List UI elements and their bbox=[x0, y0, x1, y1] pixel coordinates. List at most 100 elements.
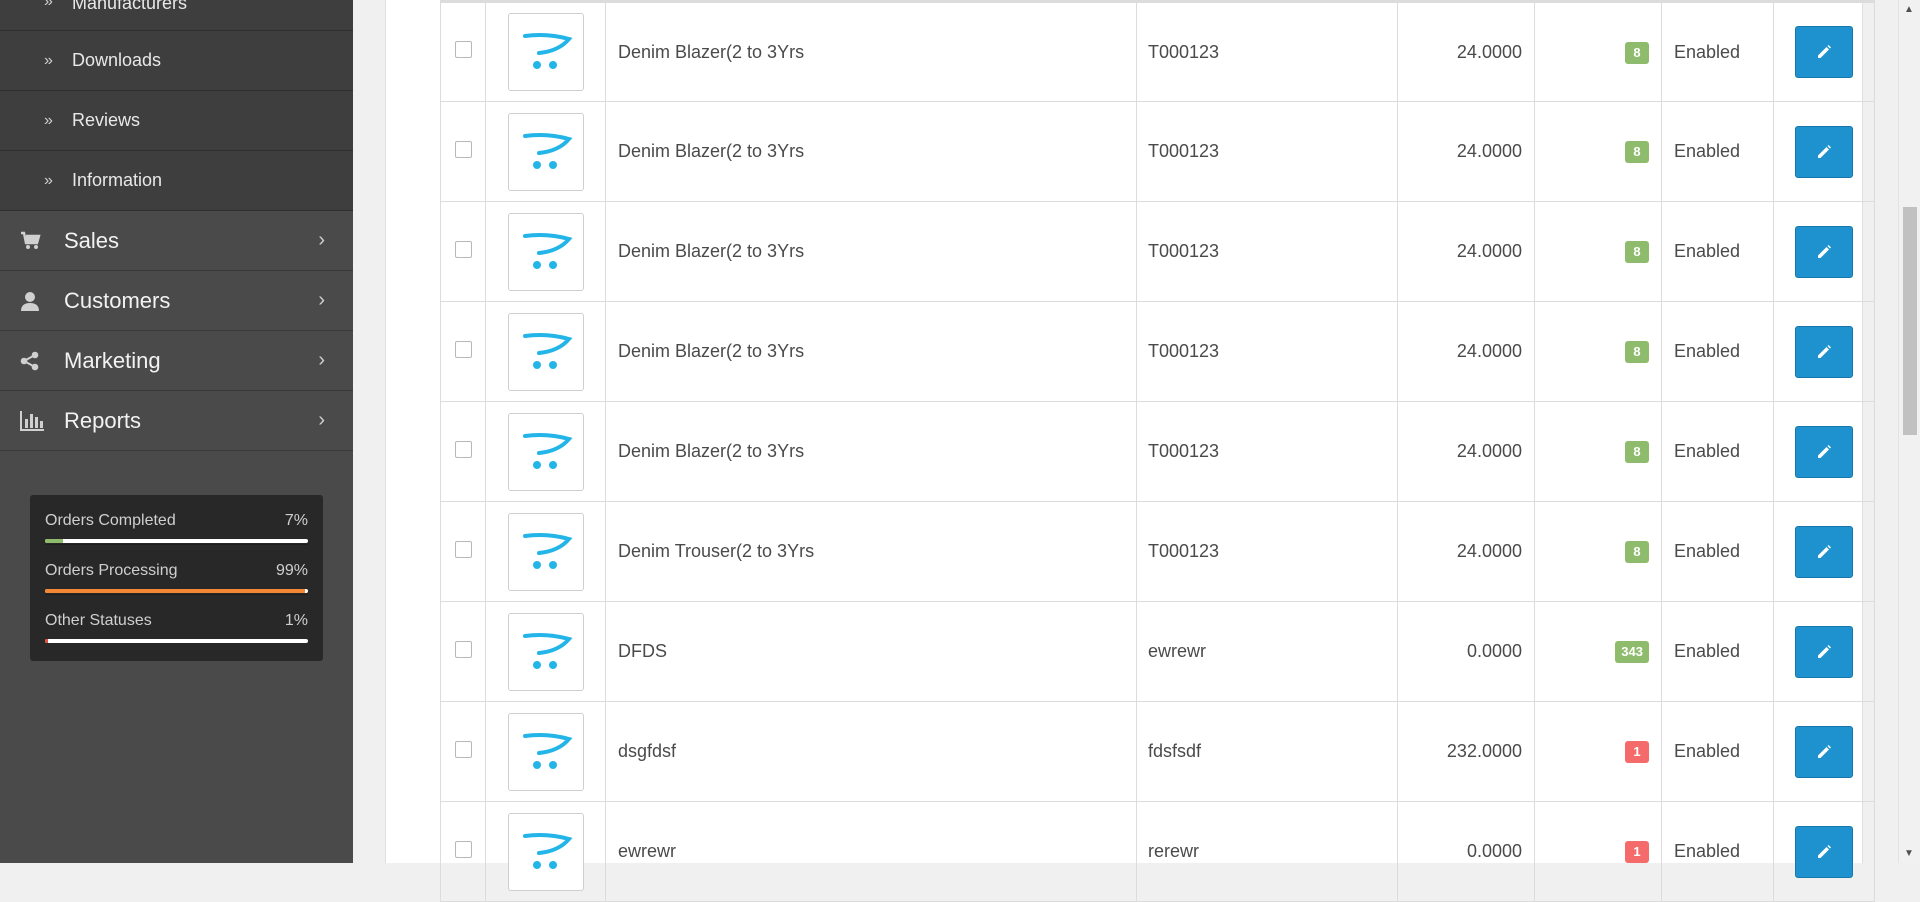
chevron-right-icon: › bbox=[318, 229, 325, 251]
sidebar-item-downloads[interactable]: » Downloads bbox=[0, 31, 353, 91]
table-row: DFDS ewrewr 0.0000 343 Enabled bbox=[440, 601, 1875, 702]
product-image bbox=[507, 812, 584, 891]
scrollbar-thumb[interactable] bbox=[1903, 207, 1917, 435]
progress-bar bbox=[45, 589, 308, 593]
cart-logo-icon bbox=[522, 632, 573, 669]
pencil-icon bbox=[1818, 45, 1831, 58]
product-table-body: Denim Blazer(2 to 3Yrs T000123 24.0000 8… bbox=[440, 0, 1875, 902]
edit-button[interactable] bbox=[1795, 625, 1853, 678]
row-checkbox[interactable] bbox=[454, 41, 472, 58]
quantity-badge: 8 bbox=[1625, 241, 1649, 263]
product-name: ewrewr bbox=[605, 801, 1137, 902]
product-name: Denim Trouser(2 to 3Yrs bbox=[605, 501, 1137, 602]
table-row: Denim Blazer(2 to 3Yrs T000123 24.0000 8… bbox=[440, 301, 1875, 402]
edit-button[interactable] bbox=[1795, 26, 1853, 78]
cart-logo-icon bbox=[522, 132, 573, 169]
progress-bar-fill bbox=[45, 639, 48, 643]
double-chevron-right-icon: » bbox=[44, 51, 53, 69]
product-image bbox=[507, 312, 584, 391]
product-status: Enabled bbox=[1661, 0, 1774, 102]
share-icon bbox=[20, 351, 64, 371]
edit-button[interactable] bbox=[1795, 825, 1853, 878]
cart-logo-icon bbox=[522, 33, 573, 69]
sidebar-item-label: Sales bbox=[64, 227, 120, 253]
product-price: 0.0000 bbox=[1397, 601, 1535, 702]
cart-logo-icon bbox=[522, 732, 573, 769]
quantity-cell: 8 bbox=[1534, 401, 1662, 502]
quantity-cell: 343 bbox=[1534, 601, 1662, 702]
sidebar-item-reviews[interactable]: » Reviews bbox=[0, 91, 353, 151]
row-checkbox[interactable] bbox=[454, 140, 472, 158]
chevron-right-icon: › bbox=[318, 409, 325, 431]
sidebar-item-customers[interactable]: Customers › bbox=[0, 271, 353, 331]
product-price: 232.0000 bbox=[1397, 701, 1535, 802]
pencil-icon bbox=[1818, 644, 1831, 658]
product-model: fdsfsdf bbox=[1136, 701, 1398, 802]
edit-button[interactable] bbox=[1795, 225, 1853, 278]
image-cell bbox=[485, 201, 606, 302]
sidebar: » Manufacturers » Downloads » Reviews » … bbox=[0, 0, 353, 863]
row-checkbox[interactable] bbox=[454, 640, 472, 658]
quantity-cell: 8 bbox=[1534, 501, 1662, 602]
product-image bbox=[507, 612, 584, 691]
sidebar-item-information[interactable]: » Information bbox=[0, 151, 353, 211]
edit-button[interactable] bbox=[1795, 325, 1853, 378]
row-checkbox[interactable] bbox=[454, 440, 472, 458]
edit-button[interactable] bbox=[1795, 725, 1853, 778]
sidebar-item-reports[interactable]: Reports › bbox=[0, 391, 353, 451]
product-image bbox=[507, 212, 584, 291]
quantity-badge: 8 bbox=[1625, 341, 1649, 363]
pencil-icon bbox=[1818, 344, 1831, 358]
product-price: 24.0000 bbox=[1397, 301, 1535, 402]
product-price: 0.0000 bbox=[1397, 801, 1535, 902]
product-table: Denim Blazer(2 to 3Yrs T000123 24.0000 8… bbox=[440, 0, 1875, 902]
select-cell bbox=[440, 701, 486, 802]
edit-button[interactable] bbox=[1795, 125, 1853, 178]
row-checkbox[interactable] bbox=[454, 240, 472, 258]
catalog-submenu: » Manufacturers » Downloads » Reviews » … bbox=[0, 0, 353, 211]
select-cell bbox=[440, 501, 486, 602]
sidebar-item-sales[interactable]: Sales › bbox=[0, 211, 353, 271]
cart-logo-icon bbox=[522, 432, 573, 469]
edit-button[interactable] bbox=[1795, 425, 1853, 478]
product-model: T000123 bbox=[1136, 201, 1398, 302]
product-name: dsgfdsf bbox=[605, 701, 1137, 802]
product-model: T000123 bbox=[1136, 401, 1398, 502]
product-image bbox=[507, 412, 584, 491]
scroll-up-arrow-icon[interactable]: ▲ bbox=[1904, 4, 1914, 15]
product-image bbox=[507, 512, 584, 591]
product-price: 24.0000 bbox=[1397, 0, 1535, 102]
chevron-right-icon: › bbox=[318, 349, 325, 371]
row-checkbox[interactable] bbox=[454, 740, 472, 758]
quantity-badge: 8 bbox=[1625, 141, 1649, 163]
bar-chart-icon bbox=[20, 410, 64, 431]
product-name: Denim Blazer(2 to 3Yrs bbox=[605, 0, 1137, 102]
image-cell bbox=[485, 0, 606, 102]
image-cell bbox=[485, 401, 606, 502]
select-cell bbox=[440, 401, 486, 502]
sidebar-item-marketing[interactable]: Marketing › bbox=[0, 331, 353, 391]
vertical-scrollbar[interactable]: ▲ ▼ bbox=[1898, 0, 1920, 863]
quantity-cell: 8 bbox=[1534, 101, 1662, 202]
scroll-down-arrow-icon[interactable]: ▼ bbox=[1904, 848, 1914, 859]
sidebar-item-manufacturers[interactable]: » Manufacturers bbox=[0, 0, 353, 31]
product-status: Enabled bbox=[1661, 501, 1774, 602]
select-cell bbox=[440, 101, 486, 202]
action-cell bbox=[1773, 201, 1875, 302]
row-checkbox[interactable] bbox=[454, 840, 472, 858]
row-checkbox[interactable] bbox=[454, 540, 472, 558]
edit-button[interactable] bbox=[1795, 525, 1853, 578]
product-price: 24.0000 bbox=[1397, 401, 1535, 502]
cart-logo-icon bbox=[522, 832, 573, 869]
product-price: 24.0000 bbox=[1397, 501, 1535, 602]
product-status: Enabled bbox=[1661, 601, 1774, 702]
product-status: Enabled bbox=[1661, 301, 1774, 402]
row-checkbox[interactable] bbox=[454, 340, 472, 358]
progress-bar-fill bbox=[45, 589, 306, 593]
stat-other-statuses: Other Statuses 1% bbox=[45, 595, 308, 645]
image-cell bbox=[485, 501, 606, 602]
select-cell bbox=[440, 301, 486, 402]
progress-bar bbox=[45, 639, 308, 643]
product-status: Enabled bbox=[1661, 201, 1774, 302]
pencil-icon bbox=[1818, 744, 1831, 758]
